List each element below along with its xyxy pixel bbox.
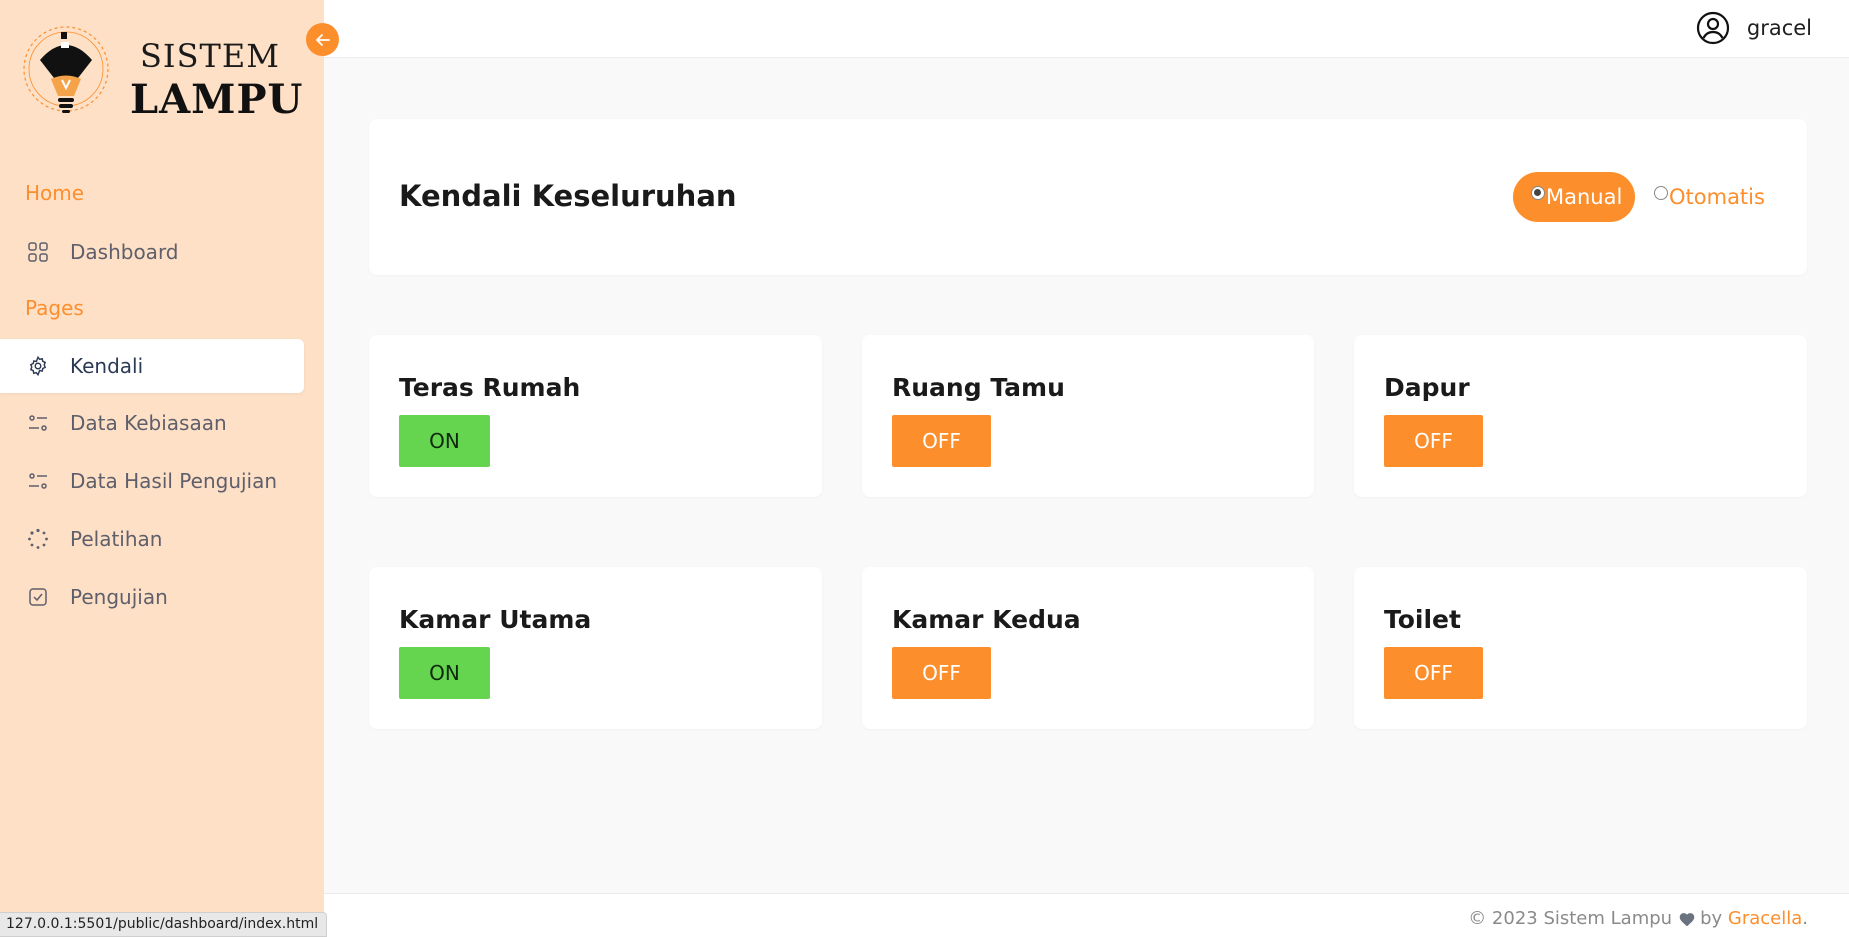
room-card: Toilet OFF (1354, 567, 1807, 729)
room-card: Ruang Tamu OFF (862, 335, 1314, 497)
gear-icon (26, 354, 50, 378)
mode-auto-label: Otomatis (1669, 185, 1765, 209)
room-title: Kamar Utama (399, 605, 592, 634)
sidebar-item-label: Pengujian (70, 585, 168, 609)
room-toggle-button[interactable]: ON (399, 647, 490, 699)
sidebar-item-data-kebiasaan[interactable]: Data Kebiasaan (0, 396, 304, 450)
sidebar-item-pelatihan[interactable]: Pelatihan (0, 512, 304, 566)
lightbulb-logo-icon (23, 26, 109, 113)
brand-logo[interactable]: SISTEM LAMPU (18, 22, 302, 132)
username[interactable]: gracel (1747, 16, 1812, 40)
brand-line-1: SISTEM (140, 37, 280, 75)
sidebar-item-data-hasil-pengujian[interactable]: Data Hasil Pengujian (0, 454, 304, 508)
grid-icon (26, 240, 50, 264)
room-toggle-button[interactable]: OFF (892, 647, 991, 699)
mode-manual-label: Manual (1546, 185, 1623, 209)
check-square-icon (26, 585, 50, 609)
nav-heading-pages: Pages (25, 296, 84, 320)
heart-icon (1679, 912, 1695, 926)
footer-suffix: . (1802, 908, 1808, 929)
room-title: Ruang Tamu (892, 373, 1065, 402)
room-title: Toilet (1384, 605, 1461, 634)
room-toggle-button[interactable]: OFF (892, 415, 991, 467)
sidebar-item-label: Kendali (70, 354, 144, 378)
room-toggle-button[interactable]: ON (399, 415, 490, 467)
sidebar-item-label: Data Hasil Pengujian (70, 469, 278, 493)
arrow-left-icon (315, 33, 330, 46)
sidebar-item-pengujian[interactable]: Pengujian (0, 570, 304, 624)
author-link[interactable]: Gracella (1728, 908, 1802, 929)
browser-status-url: 127.0.0.1:5501/public/dashboard/index.ht… (0, 912, 328, 937)
sidebar-item-label: Pelatihan (70, 527, 163, 551)
mode-auto-option[interactable]: Otomatis (1654, 172, 1765, 222)
overall-control-card: Kendali Keseluruhan Manual Otomatis (369, 119, 1807, 275)
room-toggle-button[interactable]: OFF (1384, 415, 1483, 467)
room-card: Teras Rumah ON (369, 335, 822, 497)
top-bar: gracel (324, 0, 1849, 58)
auto-radio[interactable] (1654, 186, 1668, 200)
sliders-icon (26, 411, 50, 435)
footer-text: © 2023 Sistem Lampu by Gracella. (1468, 908, 1808, 929)
manual-radio[interactable] (1531, 186, 1545, 200)
sidebar-item-label: Data Kebiasaan (70, 411, 227, 435)
page-title: Kendali Keseluruhan (399, 179, 737, 213)
room-toggle-button[interactable]: OFF (1384, 647, 1483, 699)
room-title: Teras Rumah (399, 373, 581, 402)
user-circle-icon[interactable] (1696, 11, 1730, 45)
room-card: Kamar Utama ON (369, 567, 822, 729)
room-title: Dapur (1384, 373, 1470, 402)
sidebar-collapse-button[interactable] (306, 23, 339, 56)
sidebar-item-label: Dashboard (70, 240, 179, 264)
footer-by: by (1700, 908, 1723, 929)
copyright-text: © 2023 Sistem Lampu (1468, 908, 1673, 929)
sidebar-item-kendali[interactable]: Kendali (0, 339, 304, 393)
room-card: Dapur OFF (1354, 335, 1807, 497)
loader-icon (26, 527, 50, 551)
sidebar-item-dashboard[interactable]: Dashboard (0, 225, 304, 279)
nav-heading-home: Home (25, 181, 85, 205)
sliders-icon (26, 469, 50, 493)
brand-line-2: LAMPU (130, 76, 304, 123)
sidebar: SISTEM LAMPU Home Dashboard Pages Kendal… (0, 0, 324, 937)
room-card: Kamar Kedua OFF (862, 567, 1314, 729)
room-title: Kamar Kedua (892, 605, 1081, 634)
footer: © 2023 Sistem Lampu by Gracella. (324, 893, 1849, 937)
mode-manual-option[interactable]: Manual (1513, 172, 1635, 222)
